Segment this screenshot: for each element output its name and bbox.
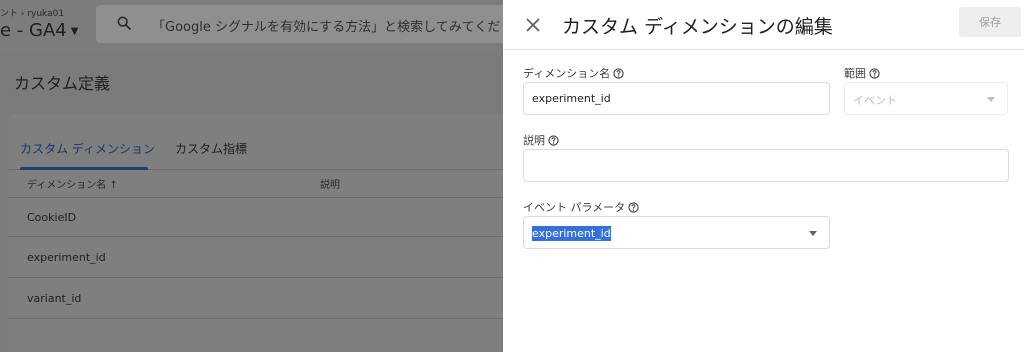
scope-label: 範囲 [844,65,880,81]
description-input[interactable] [523,149,1009,182]
row-dimension-name: CookieID [27,211,77,224]
table-row[interactable]: CookieID [8,197,503,237]
chevron-down-icon [809,231,817,236]
scope-select: イベント [844,82,1008,115]
help-icon[interactable] [613,67,624,79]
panel-header: カスタム ディメンションの編集 保存 [503,0,1024,50]
scope-value: イベント [853,94,897,107]
description-label-text: 説明 [523,134,545,147]
chevron-down-icon [987,97,995,102]
help-icon[interactable] [628,201,639,213]
column-header-dimension-name[interactable]: ディメンション名 ↑ [27,176,118,191]
account-breadcrumb[interactable]: ント › ryuka01 [0,6,64,19]
dimension-name-label: ディメンション名 [523,65,624,81]
table-row[interactable]: variant_id [8,279,503,319]
event-parameter-select[interactable]: experiment_id [523,216,830,249]
tab-bar: カスタム ディメンション カスタム指標 [8,136,503,170]
event-parameter-label: イベント パラメータ [523,199,639,215]
dimension-name-input[interactable] [523,82,830,115]
search-icon [117,16,131,30]
description-label: 説明 [523,132,559,148]
caret-down-icon: ▼ [70,25,79,37]
active-tab-indicator [20,167,148,170]
search-bar[interactable]: 「Google シグナルを有効にする方法」と検索してみてくだ [96,5,503,43]
row-dimension-name: variant_id [27,292,82,305]
main-content: カスタム定義 カスタム ディメンション カスタム指標 ディメンション名 ↑ 説明… [0,52,503,352]
row-dimension-name: experiment_id [27,251,106,264]
scope-label-text: 範囲 [844,67,866,80]
save-button[interactable]: 保存 [959,7,1021,37]
definitions-card: カスタム ディメンション カスタム指標 ディメンション名 ↑ 説明 Cookie… [8,114,503,352]
property-selector[interactable]: e - GA4 ▼ [0,20,78,41]
top-bar: ント › ryuka01 e - GA4 ▼ 「Google シグナルを有効にする… [0,0,503,52]
background-page: ント › ryuka01 e - GA4 ▼ 「Google シグナルを有効にする… [0,0,503,352]
tab-custom-dimensions[interactable]: カスタム ディメンション [20,140,155,157]
search-placeholder: 「Google シグナルを有効にする方法」と検索してみてくだ [152,20,501,35]
property-name: e - GA4 [0,20,67,41]
help-icon[interactable] [548,134,559,146]
close-icon[interactable] [521,13,545,37]
event-parameter-value: experiment_id [532,226,611,241]
table-row[interactable]: experiment_id [8,238,503,278]
help-icon[interactable] [869,67,880,79]
column-header-description: 説明 [320,180,340,191]
tab-custom-metrics[interactable]: カスタム指標 [175,140,247,157]
event-parameter-label-text: イベント パラメータ [523,201,626,214]
panel-title: カスタム ディメンションの編集 [562,16,833,38]
dimension-name-label-text: ディメンション名 [523,67,611,80]
page-title: カスタム定義 [14,74,111,93]
edit-dimension-panel: カスタム ディメンションの編集 保存 ディメンション名 範囲 イベント 説明 [503,0,1024,352]
